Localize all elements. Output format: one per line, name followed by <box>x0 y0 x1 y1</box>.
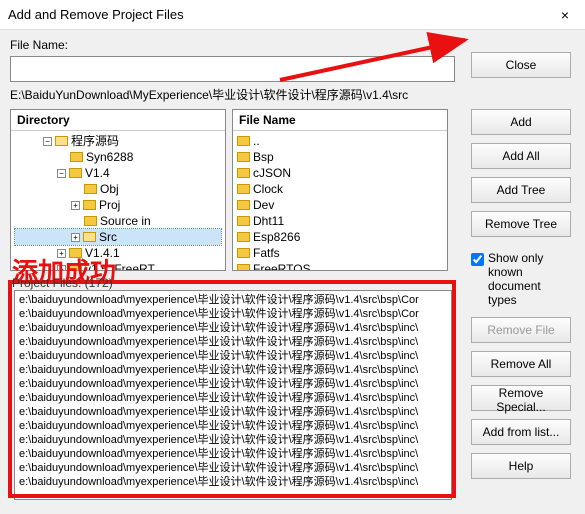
file-item[interactable]: Bsp <box>237 149 443 165</box>
project-files-list[interactable]: e:\baiduyundownload\myexperience\毕业设计\软件… <box>14 290 452 500</box>
close-button[interactable]: Close <box>471 52 571 78</box>
project-file-line[interactable]: e:\baiduyundownload\myexperience\毕业设计\软件… <box>19 419 447 433</box>
folder-icon <box>237 264 250 271</box>
file-list[interactable]: ..BspcJSONClockDevDht11Esp8266FatfsFreeR… <box>233 131 447 271</box>
expand-icon[interactable]: + <box>71 233 80 242</box>
folder-icon <box>237 136 250 146</box>
file-item[interactable]: cJSON <box>237 165 443 181</box>
folder-icon <box>237 200 250 210</box>
project-file-line[interactable]: e:\baiduyundownload\myexperience\毕业设计\软件… <box>19 405 447 419</box>
titlebar: Add and Remove Project Files × <box>0 0 585 30</box>
file-item[interactable]: Dht11 <box>237 213 443 229</box>
project-file-line[interactable]: e:\baiduyundownload\myexperience\毕业设计\软件… <box>19 363 447 377</box>
tree-item[interactable]: +Src <box>15 229 221 245</box>
current-path: E:\BaiduYunDownload\MyExperience\毕业设计\软件… <box>10 86 455 103</box>
project-files-label: Project Files: (172) <box>12 276 113 290</box>
tree-item[interactable]: +v1.5_FreeRT <box>15 261 221 271</box>
project-file-line[interactable]: e:\baiduyundownload\myexperience\毕业设计\软件… <box>19 293 447 307</box>
folder-icon <box>84 216 97 226</box>
remove-special-button[interactable]: Remove Special... <box>471 385 571 411</box>
tree-item[interactable]: Obj <box>15 181 221 197</box>
expand-icon[interactable]: − <box>57 169 66 178</box>
project-file-line[interactable]: e:\baiduyundownload\myexperience\毕业设计\软件… <box>19 335 447 349</box>
window-close-icon[interactable]: × <box>553 7 577 23</box>
project-file-line[interactable]: e:\baiduyundownload\myexperience\毕业设计\软件… <box>19 391 447 405</box>
folder-icon <box>70 152 83 162</box>
folder-icon <box>69 264 82 271</box>
file-item[interactable]: Dev <box>237 197 443 213</box>
folder-icon <box>69 248 82 258</box>
tree-item[interactable]: −程序源码 <box>15 133 221 149</box>
folder-icon <box>237 232 250 242</box>
project-file-line[interactable]: e:\baiduyundownload\myexperience\毕业设计\软件… <box>19 321 447 335</box>
add-from-list-button[interactable]: Add from list... <box>471 419 571 445</box>
project-file-line[interactable]: e:\baiduyundownload\myexperience\毕业设计\软件… <box>19 475 447 489</box>
remove-file-button[interactable]: Remove File <box>471 317 571 343</box>
expand-icon[interactable]: + <box>57 265 66 272</box>
add-button[interactable]: Add <box>471 109 571 135</box>
project-file-line[interactable]: e:\baiduyundownload\myexperience\毕业设计\软件… <box>19 377 447 391</box>
tree-item[interactable]: +Proj <box>15 197 221 213</box>
expand-icon[interactable]: + <box>71 201 80 210</box>
project-file-line[interactable]: e:\baiduyundownload\myexperience\毕业设计\软件… <box>19 447 447 461</box>
project-file-line[interactable]: e:\baiduyundownload\myexperience\毕业设计\软件… <box>19 461 447 475</box>
folder-icon <box>69 168 82 178</box>
tree-item[interactable]: +V1.4.1 <box>15 245 221 261</box>
tree-item[interactable]: Source in <box>15 213 221 229</box>
window-title: Add and Remove Project Files <box>8 7 553 22</box>
project-file-line[interactable]: e:\baiduyundownload\myexperience\毕业设计\软件… <box>19 307 447 321</box>
file-header: File Name <box>233 110 447 131</box>
file-item[interactable]: Fatfs <box>237 245 443 261</box>
folder-icon <box>83 232 96 242</box>
directory-header: Directory <box>11 110 225 131</box>
collapse-icon[interactable]: − <box>43 137 52 146</box>
file-item[interactable]: .. <box>237 133 443 149</box>
file-pane: File Name ..BspcJSONClockDevDht11Esp8266… <box>232 109 448 271</box>
help-button[interactable]: Help <box>471 453 571 479</box>
show-known-checkbox[interactable] <box>471 253 484 266</box>
folder-icon <box>237 152 250 162</box>
directory-tree[interactable]: −程序源码Syn6288−V1.4Obj+ProjSource in+Src+V… <box>11 131 225 271</box>
add-tree-button[interactable]: Add Tree <box>471 177 571 203</box>
tree-item[interactable]: −V1.4 <box>15 165 221 181</box>
remove-all-button[interactable]: Remove All <box>471 351 571 377</box>
file-item[interactable]: Clock <box>237 181 443 197</box>
add-all-button[interactable]: Add All <box>471 143 571 169</box>
file-name-label: File Name: <box>10 38 68 52</box>
tree-item[interactable]: Syn6288 <box>15 149 221 165</box>
folder-icon <box>237 168 250 178</box>
show-known-label: Show only known document types <box>488 251 571 307</box>
file-item[interactable]: Esp8266 <box>237 229 443 245</box>
folder-icon <box>237 248 250 258</box>
directory-pane: Directory −程序源码Syn6288−V1.4Obj+ProjSourc… <box>10 109 226 271</box>
folder-icon <box>84 184 97 194</box>
folder-icon <box>83 200 96 210</box>
project-file-line[interactable]: e:\baiduyundownload\myexperience\毕业设计\软件… <box>19 433 447 447</box>
file-name-input[interactable] <box>10 56 455 82</box>
remove-tree-button[interactable]: Remove Tree <box>471 211 571 237</box>
expand-icon[interactable]: + <box>57 249 66 258</box>
project-file-line[interactable]: e:\baiduyundownload\myexperience\毕业设计\软件… <box>19 349 447 363</box>
folder-icon <box>237 184 250 194</box>
file-item[interactable]: FreeRTOS <box>237 261 443 271</box>
folder-icon <box>237 216 250 226</box>
folder-icon <box>55 136 68 146</box>
